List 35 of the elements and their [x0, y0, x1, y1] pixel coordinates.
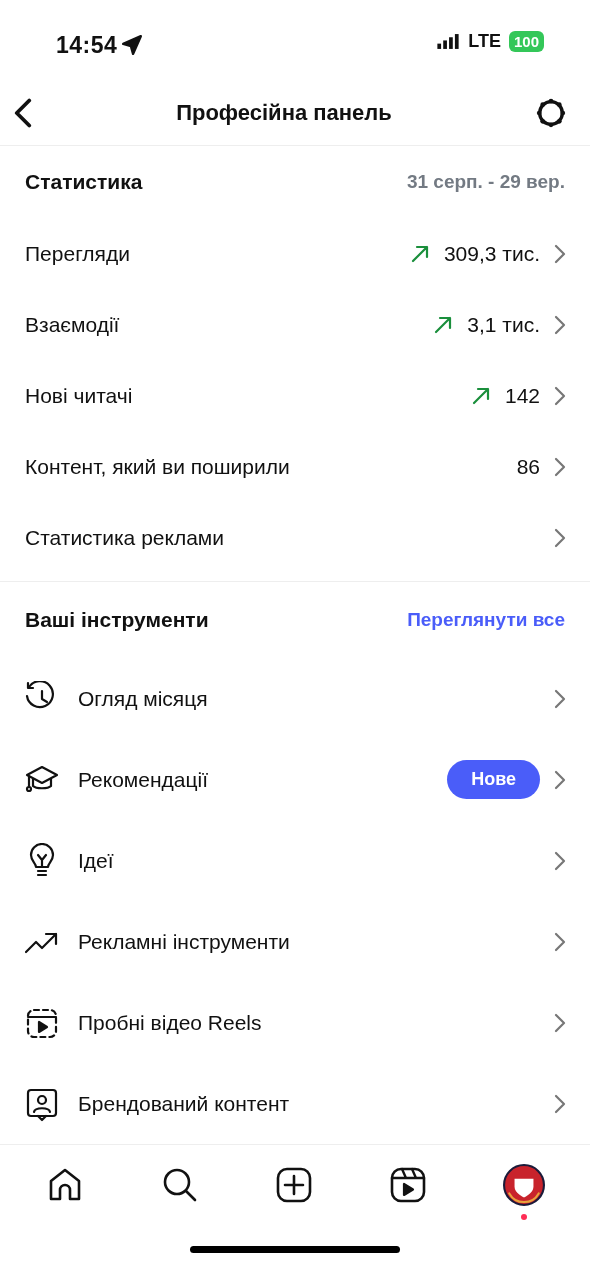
tool-row[interactable]: Пробні відео Reels: [0, 982, 590, 1063]
tool-label: Рекламні інструменти: [78, 928, 291, 955]
page-title: Професійна панель: [176, 99, 392, 127]
section-title: Ваші інструменти: [25, 607, 209, 634]
stat-row[interactable]: Перегляди 309,3 тис.: [0, 218, 590, 289]
new-badge: Нове: [447, 760, 540, 799]
stat-label: Контент, який ви поширили: [25, 453, 291, 480]
stat-value: 309,3 тис.: [443, 240, 540, 267]
tool-label: Брендований контент: [78, 1090, 291, 1117]
stat-value: 3,1 тис.: [467, 311, 540, 338]
stat-label: Перегляди: [25, 240, 131, 267]
stat-row[interactable]: Взаємодії 3,1 тис.: [0, 289, 590, 360]
stat-row[interactable]: Контент, який ви поширили 86: [0, 431, 590, 502]
view-all-link[interactable]: Переглянути все: [407, 605, 565, 635]
status-time: 14:54: [56, 31, 118, 60]
stat-label: Статистика реклами: [25, 524, 225, 551]
section-title: Статистика: [25, 169, 143, 196]
tool-label: Ідеї: [78, 847, 115, 874]
tool-label: Рекомендації: [78, 766, 210, 793]
tool-row[interactable]: Ідеї: [0, 820, 590, 901]
tool-label: Пробні відео Reels: [78, 1009, 263, 1036]
date-range: 31 серп. - 29 вер.: [406, 169, 565, 194]
tool-label: Огляд місяця: [78, 685, 209, 712]
stat-value: 86: [516, 453, 540, 480]
tool-row[interactable]: Рекламні інструменти: [0, 901, 590, 982]
stat-label: Нові читачі: [25, 382, 134, 409]
stat-value: 142: [504, 382, 540, 409]
stat-label: Взаємодії: [25, 311, 121, 338]
tool-row[interactable]: Огляд місяця: [0, 658, 590, 739]
stat-row[interactable]: Нові читачі 142: [0, 360, 590, 431]
stat-row[interactable]: Статистика реклами: [0, 502, 590, 573]
battery-indicator: 100: [508, 31, 544, 52]
tool-row[interactable]: Рекомендації Нове: [0, 739, 590, 820]
tool-row[interactable]: Брендований контент: [0, 1063, 590, 1144]
network-label: LTE: [468, 30, 501, 53]
